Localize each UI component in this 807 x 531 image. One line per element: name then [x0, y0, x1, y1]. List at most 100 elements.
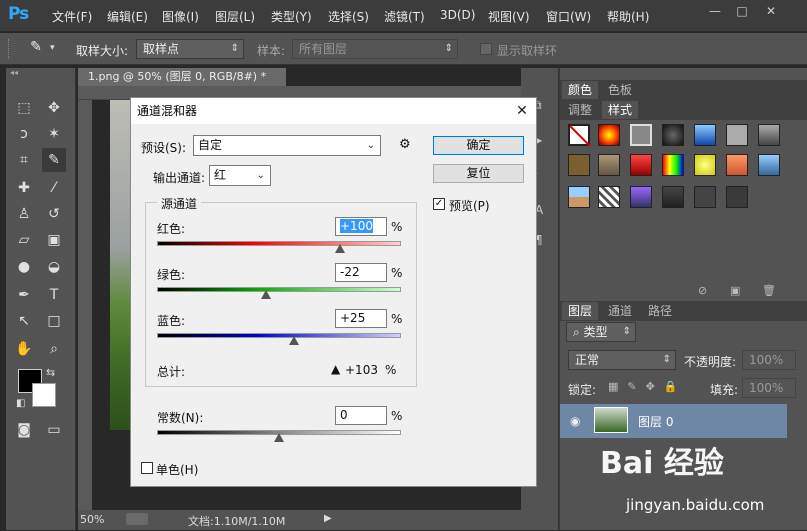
style-swatch[interactable]: [630, 124, 652, 146]
crop-tool-icon[interactable]: ⌗: [12, 148, 36, 172]
style-swatch[interactable]: [568, 186, 590, 208]
document-tab[interactable]: 1.png @ 50% (图层 0, RGB/8#) * ×: [78, 68, 286, 101]
monochrome-checkbox[interactable]: [141, 462, 153, 474]
green-input[interactable]: -22: [335, 263, 387, 282]
zoom-tool-icon[interactable]: ⌕: [42, 337, 66, 361]
blue-input[interactable]: +25: [335, 309, 387, 328]
pen-tool-icon[interactable]: ✒: [12, 283, 36, 307]
status-menu-arrow-icon[interactable]: ▶: [324, 513, 332, 524]
restore-button[interactable]: □: [735, 4, 749, 18]
default-colors-icon[interactable]: ◧: [16, 398, 25, 409]
blur-tool-icon[interactable]: ●: [12, 255, 36, 279]
type-tool-icon[interactable]: T: [42, 283, 66, 307]
move-tool-icon[interactable]: ✥: [42, 96, 66, 120]
blue-slider-thumb[interactable]: [289, 336, 300, 345]
red-slider-thumb[interactable]: [335, 244, 345, 253]
healing-brush-icon[interactable]: ✚: [12, 176, 36, 200]
menu-3d[interactable]: 3D(D): [440, 8, 475, 22]
red-slider-track[interactable]: [157, 241, 401, 246]
opacity-input[interactable]: 100%: [742, 350, 796, 370]
menu-edit[interactable]: 编辑(E): [107, 8, 148, 25]
style-swatch[interactable]: [662, 124, 684, 146]
style-swatch[interactable]: [726, 124, 748, 146]
layer-kind-filter[interactable]: ⌕ 类型 ⇕: [566, 322, 636, 342]
tab-layers[interactable]: 图层: [562, 302, 599, 320]
menu-window[interactable]: 窗口(W): [546, 8, 591, 25]
new-style-icon[interactable]: ▣: [730, 284, 740, 297]
style-swatch[interactable]: [598, 124, 620, 146]
constant-slider-thumb[interactable]: [274, 433, 284, 442]
screen-mode-icon[interactable]: ▭: [42, 418, 66, 442]
history-brush-icon[interactable]: ↺: [42, 202, 66, 226]
tab-adjustments[interactable]: 调整: [562, 101, 598, 119]
path-select-icon[interactable]: ↖: [12, 309, 36, 333]
style-swatch[interactable]: [598, 154, 620, 176]
tab-paths[interactable]: 路径: [642, 302, 678, 320]
red-input[interactable]: +100: [335, 217, 387, 236]
style-swatch[interactable]: [694, 124, 716, 146]
lock-icons[interactable]: ▦✎✥🔒: [608, 380, 687, 393]
sample-size-select[interactable]: 取样点 ⇕: [136, 39, 244, 59]
blend-mode-select[interactable]: 正常 ⇕: [568, 350, 676, 370]
close-icon[interactable]: ✕: [513, 102, 531, 120]
menu-help[interactable]: 帮助(H): [607, 8, 649, 25]
swap-colors-icon[interactable]: ⇆: [46, 366, 55, 379]
eye-icon[interactable]: ◉: [570, 414, 580, 428]
style-swatch[interactable]: [758, 124, 780, 146]
output-channel-select[interactable]: 红 ⌄: [209, 165, 271, 186]
preset-options-icon[interactable]: ⚙: [399, 137, 411, 152]
style-swatch[interactable]: [568, 154, 590, 176]
constant-input[interactable]: 0: [335, 406, 387, 425]
zoom-level[interactable]: 50%: [80, 513, 104, 526]
hand-tool-icon[interactable]: ✋: [12, 337, 36, 361]
style-swatch[interactable]: [630, 154, 652, 176]
layer-name[interactable]: 图层 0: [638, 413, 673, 430]
fill-input[interactable]: 100%: [742, 378, 796, 398]
green-slider-track[interactable]: [157, 287, 401, 292]
reset-button[interactable]: 复位: [433, 164, 524, 183]
style-swatch[interactable]: [694, 186, 716, 208]
brush-tool-icon[interactable]: ⁄: [42, 176, 66, 200]
layer-row[interactable]: ◉ 图层 0: [560, 404, 787, 438]
eraser-tool-icon[interactable]: ▱: [12, 228, 36, 252]
style-swatch[interactable]: [662, 186, 684, 208]
clear-style-icon[interactable]: ⊘: [698, 284, 707, 297]
sample-select[interactable]: 所有图层 ⇕: [292, 39, 458, 59]
style-swatch[interactable]: [758, 154, 780, 176]
delete-style-icon[interactable]: 🗑: [762, 284, 776, 297]
tool-preset-dropdown-icon[interactable]: ▾: [50, 43, 55, 53]
style-swatch[interactable]: [662, 154, 684, 176]
eyedropper-icon[interactable]: ✎: [26, 39, 46, 59]
preset-select[interactable]: 自定 ⌄: [193, 135, 381, 156]
tab-color[interactable]: 颜色: [562, 81, 599, 99]
style-swatch[interactable]: [726, 186, 748, 208]
collapse-icon[interactable]: ◂◂: [10, 68, 18, 77]
show-ring-checkbox[interactable]: [480, 43, 492, 55]
menu-view[interactable]: 视图(V): [488, 8, 530, 25]
eyedropper-tool-icon[interactable]: ✎: [42, 148, 66, 172]
style-swatch[interactable]: [598, 186, 620, 208]
blue-slider-track[interactable]: [157, 333, 401, 338]
gradient-tool-icon[interactable]: ▣: [42, 228, 66, 252]
canvas-image[interactable]: [110, 100, 132, 430]
menu-file[interactable]: 文件(F): [52, 8, 92, 25]
tab-swatches[interactable]: 色板: [602, 81, 638, 99]
dodge-tool-icon[interactable]: ◒: [42, 255, 66, 279]
quick-mask-icon[interactable]: ◙: [12, 418, 36, 442]
menu-type[interactable]: 类型(Y): [271, 8, 312, 25]
style-none[interactable]: [568, 124, 591, 147]
ok-button[interactable]: 确定: [433, 136, 524, 155]
style-swatch[interactable]: [726, 154, 748, 176]
magic-wand-icon[interactable]: ✶: [42, 122, 66, 146]
clone-stamp-icon[interactable]: ♙: [12, 202, 36, 226]
menu-select[interactable]: 选择(S): [328, 8, 369, 25]
tab-styles[interactable]: 样式: [602, 101, 639, 119]
marquee-tool-icon[interactable]: ⬚: [12, 96, 36, 120]
background-color-swatch[interactable]: [32, 383, 56, 407]
menu-layer[interactable]: 图层(L): [215, 8, 255, 25]
style-swatch[interactable]: [630, 186, 652, 208]
menu-filter[interactable]: 滤镜(T): [384, 8, 425, 25]
menu-image[interactable]: 图像(I): [162, 8, 199, 25]
close-window-button[interactable]: ✕: [764, 4, 778, 18]
preview-checkbox[interactable]: ✓: [433, 198, 445, 210]
